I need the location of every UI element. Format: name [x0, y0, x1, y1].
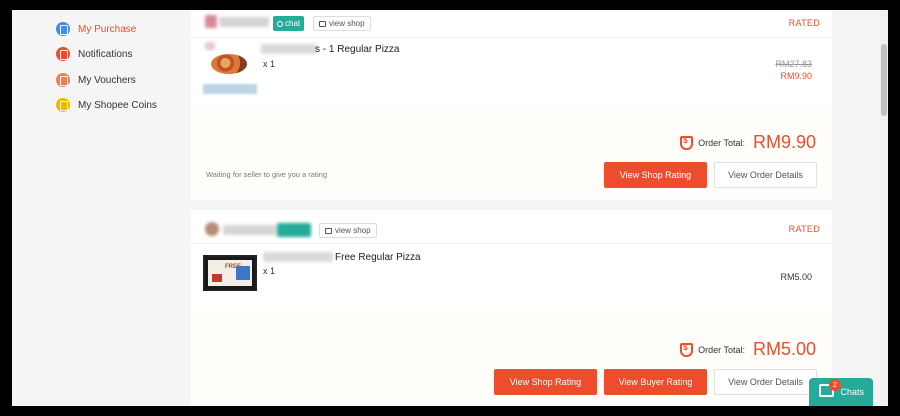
product-name: s - 1 Regular Pizza	[315, 44, 400, 55]
shopee-guarantee-icon	[680, 342, 694, 357]
shop-icon	[319, 20, 326, 27]
shop-name-redacted	[223, 225, 277, 235]
sidebar-item-my-shopee-coins[interactable]: My Shopee Coins	[56, 98, 157, 112]
pizza-image	[211, 54, 247, 74]
order-header: chat view shop RATED	[191, 10, 832, 38]
shop-name-redacted	[219, 17, 269, 27]
view-order-details-button[interactable]: View Order Details	[714, 369, 817, 395]
sidebar-item-label: My Vouchers	[78, 74, 136, 86]
chat-button[interactable]: chat	[273, 16, 305, 31]
chats-button[interactable]: 2 Chats	[809, 378, 873, 406]
order-status: RATED	[788, 18, 820, 28]
bell-icon	[56, 47, 70, 61]
order-item[interactable]: s - 1 Regular Pizza x 1 RM27.83 RM9.90	[191, 38, 832, 103]
thumbnail-banner	[203, 84, 257, 94]
coin-icon	[56, 98, 70, 112]
product-thumbnail	[203, 46, 257, 94]
order-card-2: view shop RATED FREE Free Regular Pizza …	[191, 210, 832, 310]
order-total-value: RM9.90	[752, 132, 816, 152]
shop-avatar	[205, 222, 219, 236]
order-total: Order Total: RM5.00	[680, 339, 816, 360]
order-total: Order Total: RM9.90	[680, 132, 816, 153]
chats-unread-badge: 2	[829, 379, 841, 391]
order-item[interactable]: FREE Free Regular Pizza x 1 RM5.00	[191, 244, 832, 310]
shopee-guarantee-icon	[680, 135, 694, 150]
product-name: Free Regular Pizza	[335, 252, 421, 263]
thumbnail-blur	[205, 42, 215, 50]
order-status: RATED	[788, 224, 820, 234]
sidebar-item-my-purchase[interactable]: My Purchase	[56, 22, 136, 36]
voucher-card-image: FREE	[208, 260, 252, 286]
product-thumbnail: FREE	[203, 255, 257, 291]
view-order-details-button[interactable]: View Order Details	[714, 162, 817, 188]
scrollbar-thumb[interactable]	[881, 44, 887, 116]
clipboard-icon	[56, 22, 70, 36]
order-total-label: Order Total:	[698, 137, 745, 148]
shop-avatar	[205, 15, 217, 28]
sidebar: My Purchase Notifications My Vouchers My…	[12, 10, 190, 406]
sidebar-item-label: My Purchase	[78, 23, 137, 35]
product-quantity: x 1	[263, 59, 276, 69]
order-footer-2: Order Total: RM5.00 View Shop Rating Vie…	[191, 310, 832, 406]
chat-button-redacted	[277, 223, 311, 237]
original-price: RM27.83	[775, 59, 812, 69]
page-frame: My Purchase Notifications My Vouchers My…	[12, 10, 888, 406]
order-card-1: chat view shop RATED s - 1 Regular Pizza…	[191, 10, 832, 104]
view-shop-rating-button[interactable]: View Shop Rating	[494, 369, 597, 395]
page-scrollbar[interactable]	[880, 10, 888, 406]
product-name-redacted	[261, 44, 317, 54]
shop-icon	[325, 227, 332, 234]
order-header: view shop RATED	[191, 210, 832, 244]
chats-label: Chats	[840, 387, 864, 397]
rating-waiting-text: Waiting for seller to give you a rating	[206, 170, 328, 179]
thumbnail-red-panel	[212, 274, 222, 282]
view-shop-button[interactable]: view shop	[319, 223, 377, 238]
voucher-icon	[56, 73, 70, 87]
sale-price: RM9.90	[780, 71, 812, 81]
sidebar-item-label: Notifications	[78, 48, 133, 60]
product-quantity: x 1	[263, 266, 276, 276]
sidebar-item-label: My Shopee Coins	[78, 99, 157, 111]
view-shop-rating-button[interactable]: View Shop Rating	[604, 162, 707, 188]
order-footer-1: Order Total: RM9.90 Waiting for seller t…	[191, 104, 832, 200]
view-buyer-rating-button[interactable]: View Buyer Rating	[604, 369, 707, 395]
order-total-value: RM5.00	[752, 339, 816, 359]
chat-icon	[277, 20, 283, 27]
product-name-redacted	[263, 252, 333, 262]
sidebar-item-my-vouchers[interactable]: My Vouchers	[56, 73, 136, 87]
thumbnail-blue-panel	[236, 266, 250, 280]
order-total-label: Order Total:	[698, 344, 745, 355]
view-shop-button[interactable]: view shop	[313, 16, 371, 31]
sidebar-item-notifications[interactable]: Notifications	[56, 47, 132, 61]
item-price: RM5.00	[780, 272, 812, 282]
